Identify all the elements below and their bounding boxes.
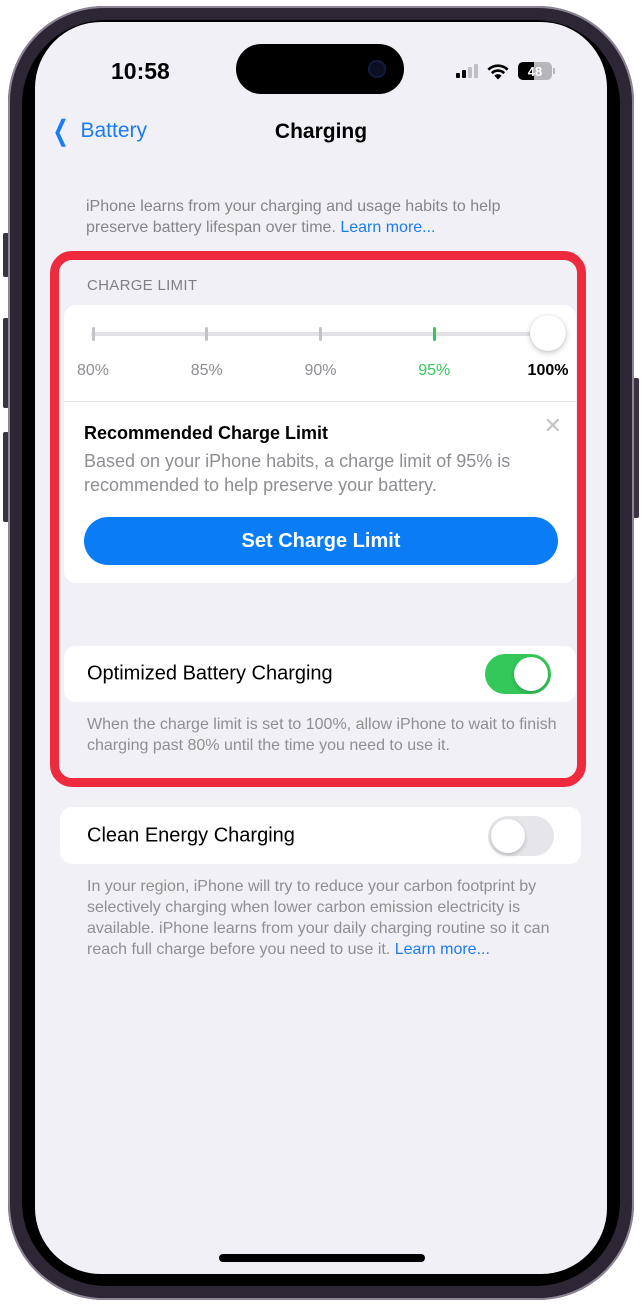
clean-energy-learn-more-link[interactable]: Learn more...: [395, 941, 490, 958]
status-time: 10:58: [111, 58, 170, 84]
cellular-signal-icon: [456, 64, 478, 78]
clean-energy-footer: In your region, iPhone will try to reduc…: [87, 878, 550, 958]
battery-level: 48: [527, 63, 543, 79]
clean-energy-toggle[interactable]: [488, 815, 554, 856]
camera-icon: [368, 60, 386, 78]
learn-more-link[interactable]: Learn more...: [340, 219, 435, 236]
highlight-annotation: [50, 251, 586, 787]
status-icons: 48: [456, 62, 555, 80]
dynamic-island: [236, 44, 404, 94]
home-indicator[interactable]: [219, 1254, 425, 1262]
clean-energy-label: Clean Energy Charging: [87, 824, 295, 846]
clean-energy-row: Clean Energy Charging: [60, 807, 581, 864]
page-title: Charging: [274, 120, 368, 143]
intro-text: iPhone learns from your charging and usa…: [86, 198, 501, 236]
wifi-icon: [487, 63, 509, 79]
battery-icon: 48: [518, 62, 552, 80]
